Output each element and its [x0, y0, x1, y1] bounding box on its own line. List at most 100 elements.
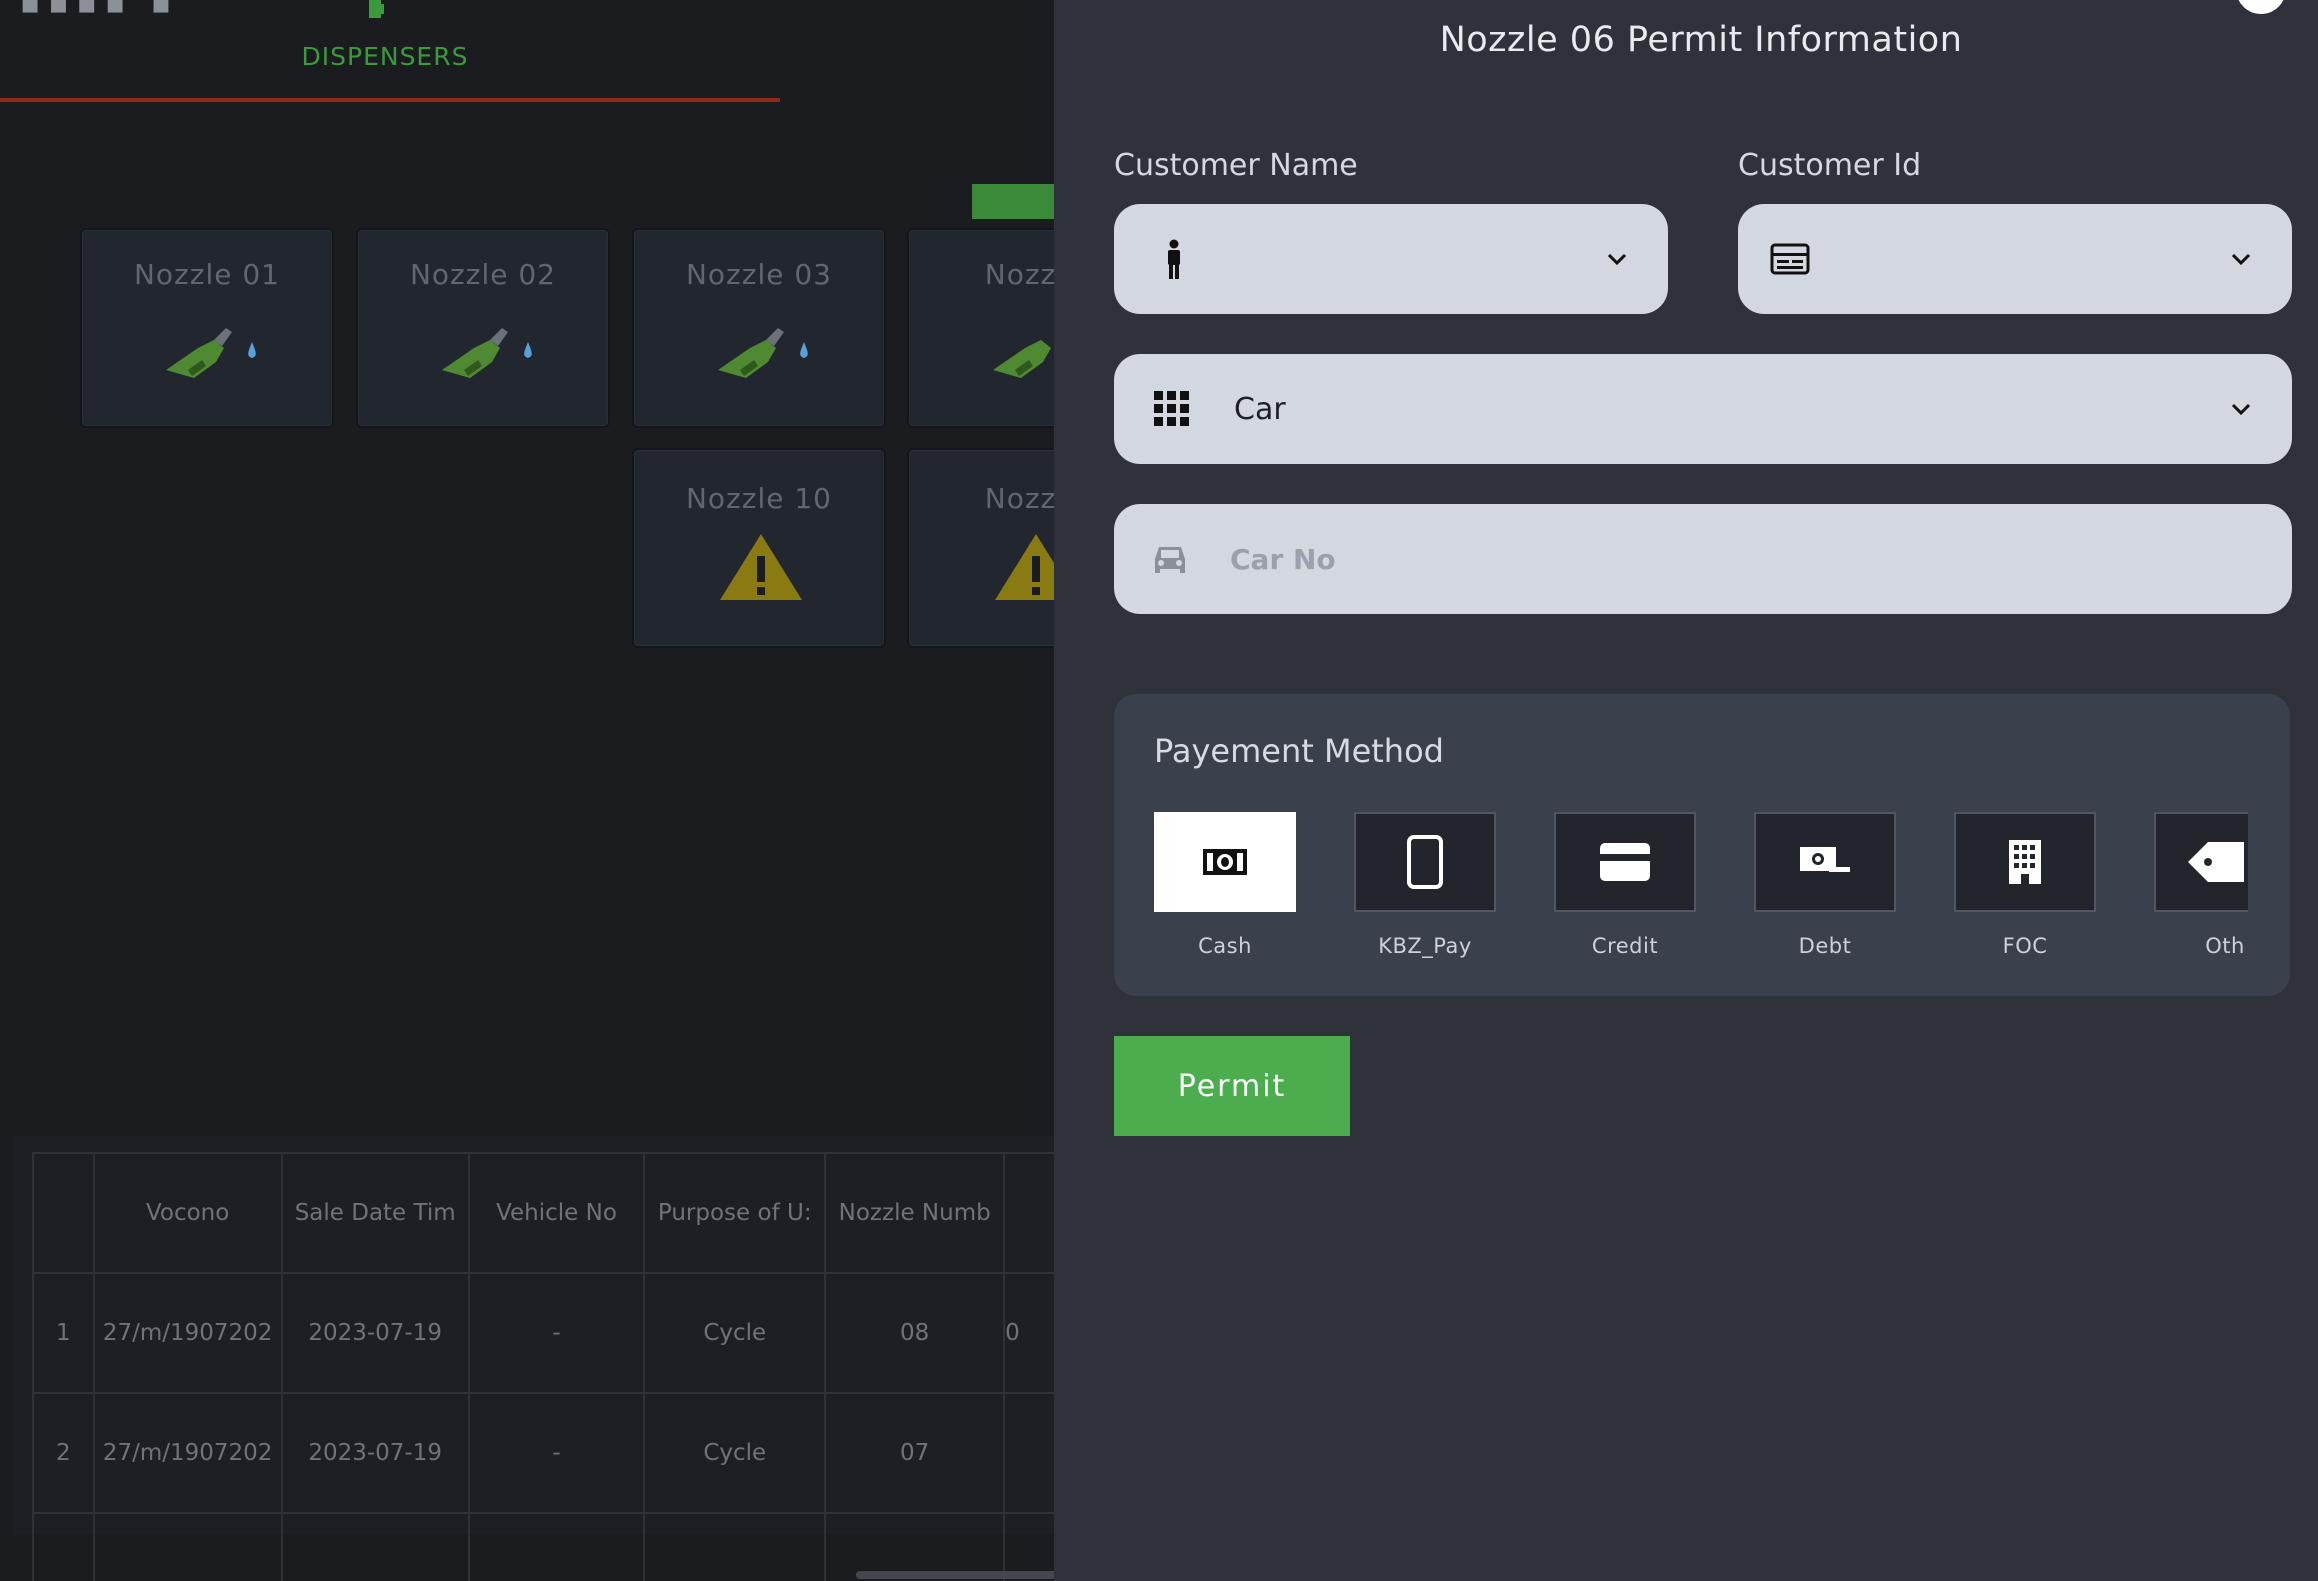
fuel-nozzle-icon	[993, 340, 1051, 378]
vehicle-type-value: Car	[1234, 392, 1286, 427]
table-cell	[92, 1512, 283, 1581]
nozzle-card-11[interactable]: Nozzle	[907, 448, 1054, 648]
payment-option-label: Cash	[1198, 934, 1252, 958]
table-cell: 1	[32, 1272, 95, 1394]
drawer-title: Nozzle 06 Permit Information	[1439, 20, 1963, 60]
table-cell: -	[467, 1272, 646, 1394]
table-cell	[643, 1512, 827, 1581]
payment-option-other[interactable]: Oth	[2154, 812, 2248, 972]
id-card-icon	[1770, 243, 1810, 275]
payment-option-label: Oth	[2205, 934, 2245, 958]
status-chip	[972, 184, 1054, 219]
nozzle-title: Nozzle 03	[685, 258, 832, 291]
payment-option-cash[interactable]: Cash	[1154, 812, 1296, 972]
payment-option-box	[1554, 812, 1696, 912]
fuel-nozzle-icon	[718, 328, 808, 378]
nozzle-title: Nozzle 02	[409, 258, 556, 291]
fuel-nozzle-icon	[166, 328, 256, 378]
column-header-vocono[interactable]: Vocono	[92, 1152, 283, 1274]
person-icon	[1168, 239, 1180, 279]
fuel-nozzle-icon	[442, 328, 532, 378]
nozzle-card-10[interactable]: Nozzle 10	[632, 448, 886, 648]
payment-option-box	[1354, 812, 1496, 912]
car-no-field[interactable]	[1114, 504, 2292, 614]
table-row[interactable]: 1 27/m/1907202 2023-07-19 - Cycle 08 0	[32, 1272, 1054, 1394]
column-header	[32, 1152, 95, 1274]
car-icon	[1155, 547, 1185, 573]
dispenser-background: ▪▪▪▪ ▪ DISPENSERS Nozzle 01 Nozzle 02 No…	[0, 0, 1054, 1581]
payment-option-credit[interactable]: Credit	[1554, 812, 1696, 972]
sales-table-container: Vocono Sale Date Tim Vehicle No Purpose …	[14, 1136, 1054, 1581]
customer-name-label: Customer Name	[1114, 148, 1358, 183]
grid-icon	[1154, 391, 1189, 426]
credit-card-icon	[1600, 843, 1650, 881]
payment-option-box	[1154, 812, 1296, 912]
table-cell	[280, 1512, 470, 1581]
warning-icon	[995, 534, 1054, 600]
chevron-down-icon	[2231, 253, 2251, 266]
table-cell: 2023-07-19	[280, 1272, 470, 1394]
fuel-pump-icon	[369, 0, 384, 18]
payment-option-label: KBZ_Pay	[1378, 934, 1472, 958]
payment-option-box	[1754, 812, 1896, 912]
table-cell: Cycle	[643, 1272, 827, 1394]
nozzle-card-03[interactable]: Nozzle 03	[632, 228, 886, 428]
cash-icon	[1203, 849, 1247, 875]
table-cell	[467, 1512, 646, 1581]
column-header-sale-date[interactable]: Sale Date Tim	[280, 1152, 470, 1274]
permit-button[interactable]: Permit	[1114, 1036, 1350, 1136]
close-button[interactable]	[2236, 0, 2286, 14]
sales-table: Vocono Sale Date Tim Vehicle No Purpose …	[32, 1152, 1054, 1581]
payment-option-debt[interactable]: Debt	[1754, 812, 1896, 972]
table-cell: 27/m/1907202	[92, 1392, 283, 1514]
nozzle-card-04[interactable]: Nozzle	[907, 228, 1054, 428]
chevron-down-icon	[2231, 403, 2251, 416]
column-header-vehicle-no[interactable]: Vehicle No	[467, 1152, 646, 1274]
phone-icon	[1407, 835, 1443, 889]
nozzle-title: Nozzle	[984, 482, 1054, 515]
nozzle-card-02[interactable]: Nozzle 02	[356, 228, 610, 428]
table-cell: 07	[824, 1392, 1006, 1514]
column-header-nozzle-number[interactable]: Nozzle Numb	[824, 1152, 1006, 1274]
payment-option-label: Debt	[1798, 934, 1852, 958]
nozzle-card-01[interactable]: Nozzle 01	[80, 228, 334, 428]
payment-method-title: Payement Method	[1154, 732, 1444, 770]
payment-option-box	[2154, 812, 2248, 912]
table-cell: 08	[824, 1272, 1006, 1394]
customer-name-select[interactable]	[1114, 204, 1668, 314]
payment-method-card: Payement Method Cash KBZ_Pay Credit Debt…	[1114, 694, 2290, 996]
debt-icon	[1800, 847, 1850, 872]
table-cell: 2	[32, 1392, 95, 1514]
nozzle-title: Nozzle 10	[685, 482, 832, 515]
customer-id-select[interactable]	[1738, 204, 2292, 314]
payment-option-label: Credit	[1591, 934, 1659, 958]
payment-option-foc[interactable]: FOC	[1954, 812, 2096, 972]
nozzle-title: Nozzle 01	[133, 258, 280, 291]
tab-dispensers[interactable]: DISPENSERS	[0, 0, 780, 102]
car-no-input[interactable]	[1230, 504, 2262, 614]
warning-icon	[720, 534, 802, 600]
table-cell: 0	[1003, 1272, 1054, 1394]
table-row[interactable]: 2 27/m/1907202 2023-07-19 - Cycle 07	[32, 1392, 1054, 1514]
permit-drawer: Nozzle 06 Permit Information Customer Na…	[1054, 0, 2318, 1581]
table-cell: Cycle	[643, 1392, 827, 1514]
vehicle-type-select[interactable]: Car	[1114, 354, 2292, 464]
table-cell: -	[467, 1392, 646, 1514]
table-header-row: Vocono Sale Date Tim Vehicle No Purpose …	[32, 1152, 1054, 1274]
column-header[interactable]	[1003, 1152, 1054, 1274]
payment-option-kbz-pay[interactable]: KBZ_Pay	[1354, 812, 1496, 972]
table-cell: 27/m/1907202	[92, 1272, 283, 1394]
payment-method-list: Cash KBZ_Pay Credit Debt FOC Oth	[1154, 812, 2248, 972]
nozzle-title: Nozzle	[984, 258, 1054, 291]
table-cell	[32, 1512, 95, 1581]
building-icon	[2009, 840, 2041, 884]
payment-option-label: FOC	[2002, 934, 2048, 958]
tab-dispensers-label: DISPENSERS	[301, 42, 469, 71]
payment-option-box	[1954, 812, 2096, 912]
customer-id-label: Customer Id	[1738, 148, 1922, 183]
chevron-down-icon	[1607, 253, 1627, 266]
table-cell: 2023-07-19	[280, 1392, 470, 1514]
column-header-purpose[interactable]: Purpose of U:	[643, 1152, 827, 1274]
tag-icon	[2188, 842, 2244, 882]
table-cell	[1003, 1392, 1054, 1514]
